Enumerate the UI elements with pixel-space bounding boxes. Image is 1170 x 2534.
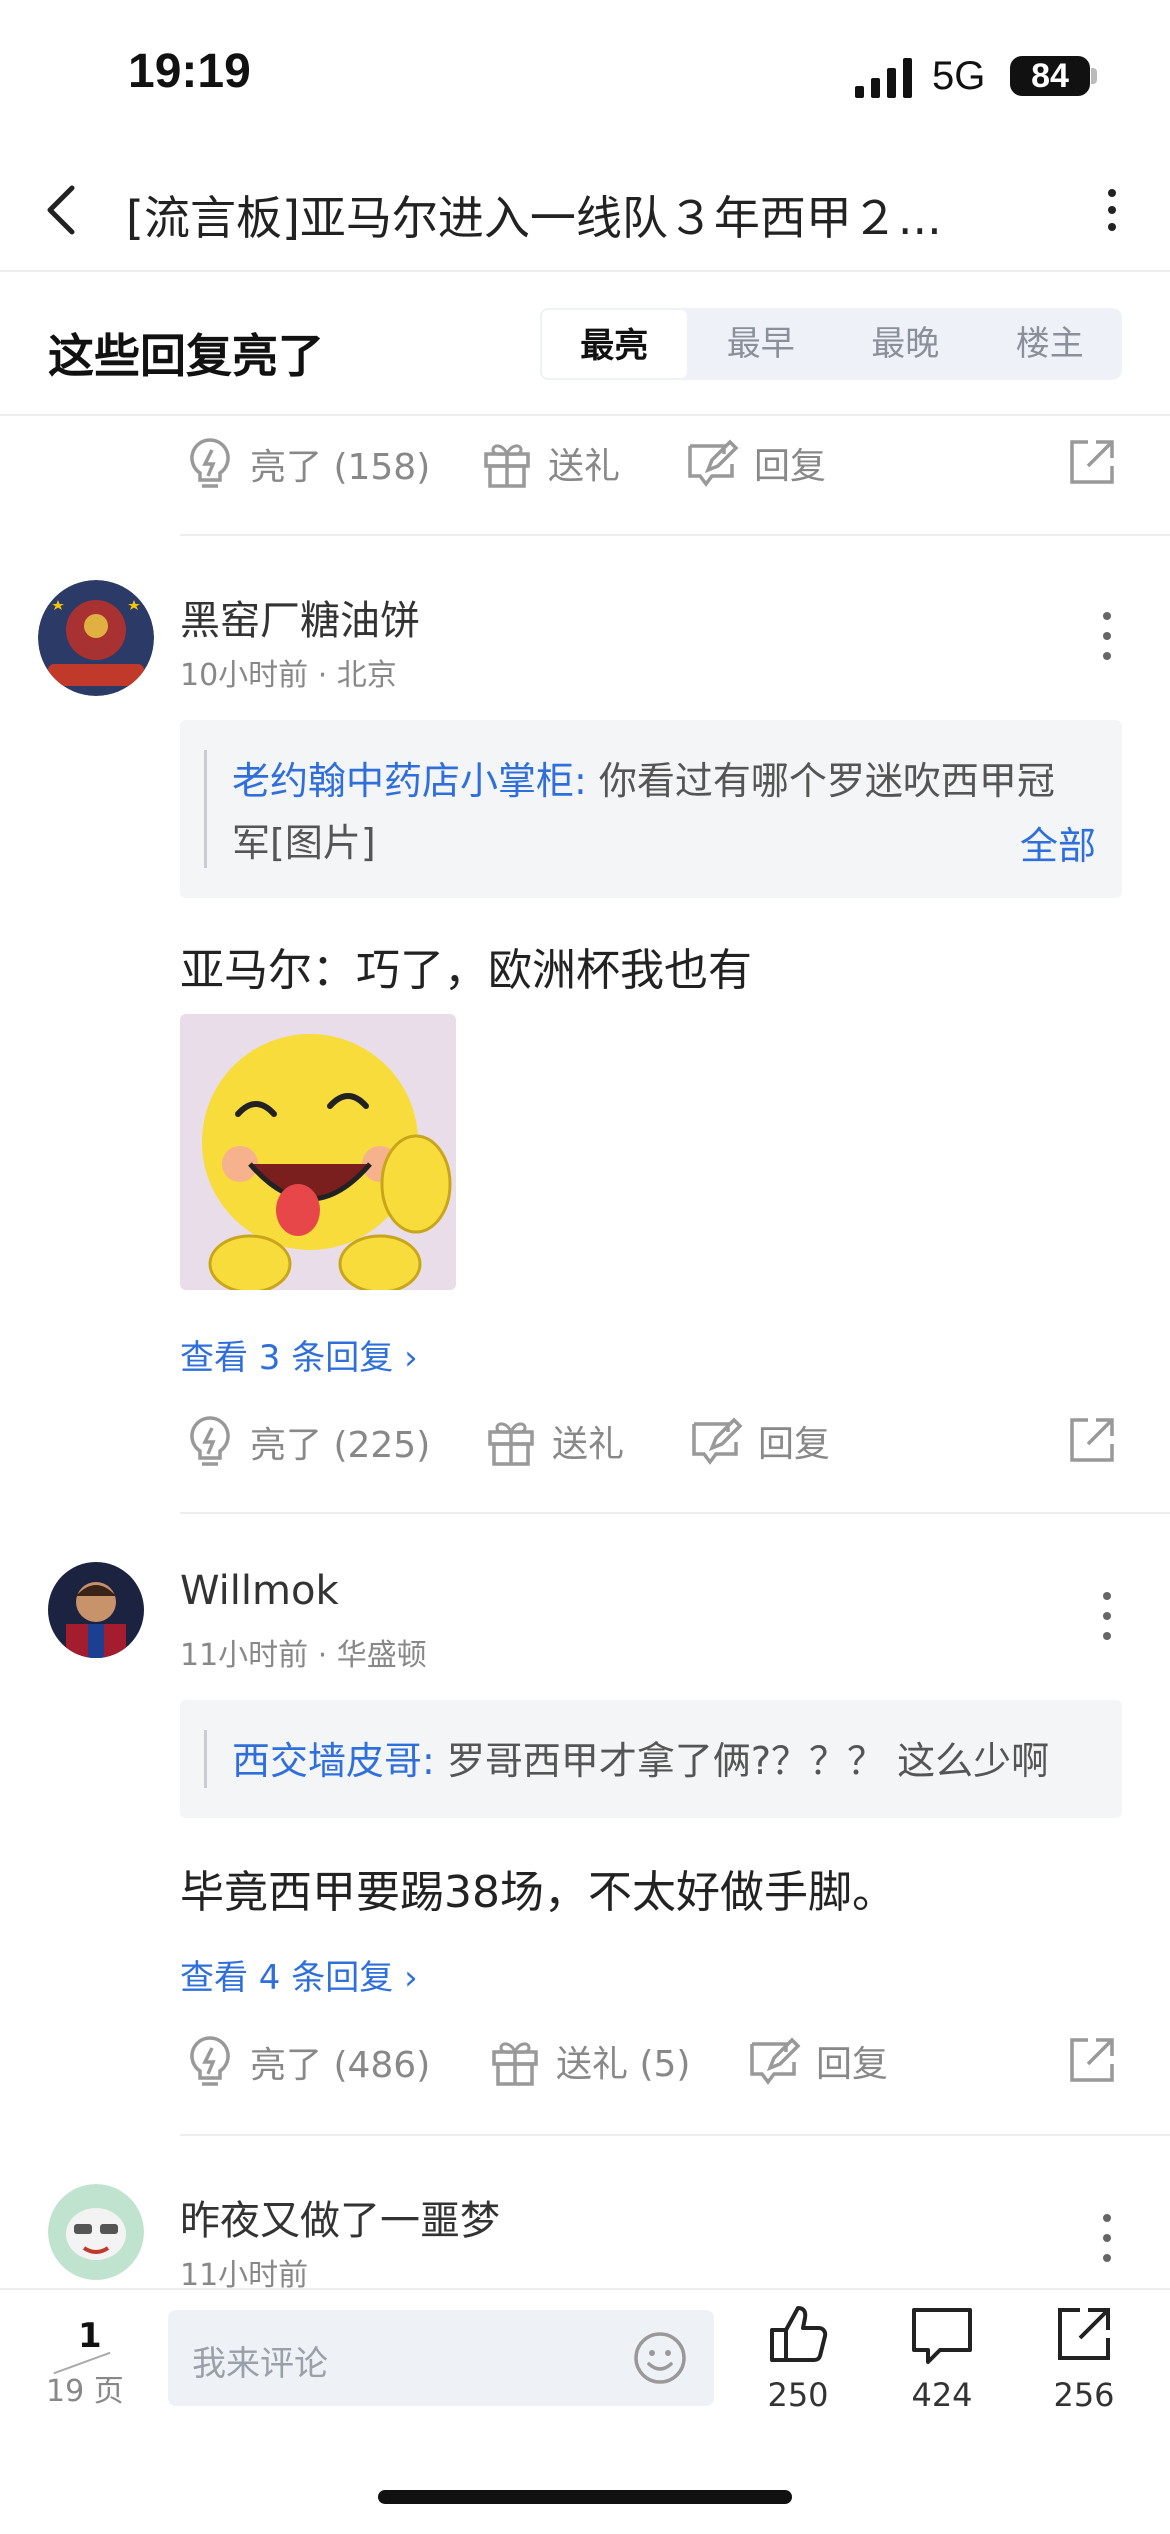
light-button[interactable]: 亮了 (486) xyxy=(184,2034,430,2090)
comment-text: 亚马尔：巧了，欧洲杯我也有 xyxy=(180,945,752,996)
reply-button[interactable]: 回复 xyxy=(688,1414,830,1468)
gift-icon xyxy=(492,2042,538,2086)
more-vertical-icon[interactable] xyxy=(1100,608,1114,664)
comment-count: 424 xyxy=(911,2376,973,2414)
reply-label: 回复 xyxy=(758,1424,831,1465)
network-label: 5G xyxy=(932,54,986,98)
page-title: [流言板]亚马尔进入一线队３年西甲２... xyxy=(126,191,942,245)
emoji-image[interactable] xyxy=(180,1014,456,1290)
comment-meta: 10小时前 · 北京 xyxy=(180,658,397,693)
light-label: 亮了 (486) xyxy=(250,2045,431,2086)
sort-tabs: 最亮 最早 最晚 楼主 xyxy=(540,308,1122,380)
comment-divider xyxy=(180,1512,1170,1514)
back-icon[interactable] xyxy=(42,180,82,240)
avatar[interactable] xyxy=(38,580,154,696)
avatar-image xyxy=(48,1562,144,1658)
filter-divider xyxy=(0,414,1170,416)
signal-icon xyxy=(855,58,912,98)
gift-icon xyxy=(484,444,530,488)
quote-content: 罗哥西甲才拿了俩?？？？ 这么少啊 xyxy=(434,1739,1050,1783)
section-title: 这些回复亮了 xyxy=(48,329,324,383)
like-icon[interactable] xyxy=(766,2302,830,2366)
reply-icon xyxy=(688,439,739,487)
quoted-reply[interactable]: 西交墙皮哥: 罗哥西甲才拿了俩?？？？ 这么少啊 xyxy=(180,1700,1122,1818)
quote-username[interactable]: 老约翰中药店小掌柜: xyxy=(232,759,587,803)
comment-divider xyxy=(180,2134,1170,2136)
gift-label: 送礼 (5) xyxy=(556,2044,691,2085)
tab-latest[interactable]: 最晚 xyxy=(833,308,978,380)
status-time: 19:19 xyxy=(128,45,251,98)
reply-icon xyxy=(750,2037,801,2085)
light-label: 亮了 (225) xyxy=(250,1425,431,1466)
comment-divider xyxy=(180,534,1170,536)
more-vertical-icon[interactable] xyxy=(1100,1588,1114,1644)
chevron-right-icon: › xyxy=(404,1958,418,1998)
comment-meta: 11小时前 · 华盛顿 xyxy=(180,1638,427,1673)
share-icon[interactable] xyxy=(1066,2034,1118,2086)
gift-icon xyxy=(488,1422,534,1466)
gift-label: 送礼 xyxy=(552,1424,625,1465)
gift-label: 送礼 xyxy=(548,446,621,487)
share-icon[interactable] xyxy=(1066,436,1118,488)
expand-all-link[interactable]: 全部 xyxy=(1020,815,1096,870)
share-count: 256 xyxy=(1053,2376,1115,2414)
avatar-image xyxy=(48,2184,144,2280)
quote-text: 老约翰中药店小掌柜: 你看过有哪个罗迷吹西甲冠军[图片] xyxy=(232,750,1082,874)
reply-button[interactable]: 回复 xyxy=(684,436,826,490)
reply-label: 回复 xyxy=(754,446,827,487)
current-page[interactable]: 1 xyxy=(78,2316,102,2356)
view-replies-label: 查看 3 条回复 xyxy=(180,1338,394,1378)
header-divider xyxy=(0,270,1170,272)
reply-icon xyxy=(692,1417,743,1465)
comment-placeholder: 我来评论 xyxy=(192,2344,328,2384)
more-vertical-icon[interactable] xyxy=(1102,185,1122,235)
battery-icon: 84 xyxy=(1010,56,1090,96)
comment-username[interactable]: Willmok xyxy=(180,1568,339,1614)
gift-button[interactable]: 送礼 xyxy=(480,436,620,490)
tab-brightest[interactable]: 最亮 xyxy=(540,308,689,380)
light-button[interactable]: 亮了 (158) xyxy=(184,436,430,492)
avatar-image xyxy=(38,580,154,696)
gift-button[interactable]: 送礼 xyxy=(484,1414,624,1468)
comment-icon[interactable] xyxy=(910,2306,974,2366)
emoji-icon[interactable] xyxy=(632,2330,688,2386)
view-replies-label: 查看 4 条回复 xyxy=(180,1958,394,1998)
share-icon[interactable] xyxy=(1066,1414,1118,1466)
avatar[interactable] xyxy=(48,2184,144,2280)
tab-op[interactable]: 楼主 xyxy=(978,308,1123,380)
more-vertical-icon[interactable] xyxy=(1100,2210,1114,2266)
quoted-reply[interactable]: 老约翰中药店小掌柜: 你看过有哪个罗迷吹西甲冠军[图片] 全部 xyxy=(180,720,1122,898)
lightbulb-icon xyxy=(190,1416,230,1466)
comment-input[interactable]: 我来评论 xyxy=(168,2310,714,2406)
lightbulb-icon xyxy=(190,2036,230,2086)
quote-username[interactable]: 西交墙皮哥: xyxy=(232,1739,435,1783)
tab-earliest[interactable]: 最早 xyxy=(689,308,834,380)
lightbulb-icon xyxy=(190,438,230,488)
like-count: 250 xyxy=(767,2376,829,2414)
reply-button[interactable]: 回复 xyxy=(746,2034,888,2088)
total-pages[interactable]: 19 页 xyxy=(46,2366,124,2410)
view-replies-link[interactable]: 查看 3 条回复 › xyxy=(180,1330,418,1379)
comment-username[interactable]: 昨夜又做了一噩梦 xyxy=(180,2188,500,2246)
light-button[interactable]: 亮了 (225) xyxy=(184,1414,430,1470)
share-icon[interactable] xyxy=(1054,2304,1114,2364)
battery-tip xyxy=(1091,68,1097,84)
gift-button[interactable]: 送礼 (5) xyxy=(488,2034,690,2088)
reply-label: 回复 xyxy=(816,2044,889,2085)
home-indicator[interactable] xyxy=(378,2490,792,2504)
chevron-right-icon: › xyxy=(404,1338,418,1378)
quote-bar xyxy=(204,750,207,868)
view-replies-link[interactable]: 查看 4 条回复 › xyxy=(180,1950,418,1999)
light-label: 亮了 (158) xyxy=(250,447,431,488)
quote-text: 西交墙皮哥: 罗哥西甲才拿了俩?？？？ 这么少啊 xyxy=(232,1730,1082,1792)
comment-username[interactable]: 黑窑厂糖油饼 xyxy=(180,588,420,646)
avatar[interactable] xyxy=(48,1562,144,1658)
comment-text: 毕竟西甲要踢38场，不太好做手脚。 xyxy=(180,1867,896,1918)
quote-bar xyxy=(204,1730,207,1788)
